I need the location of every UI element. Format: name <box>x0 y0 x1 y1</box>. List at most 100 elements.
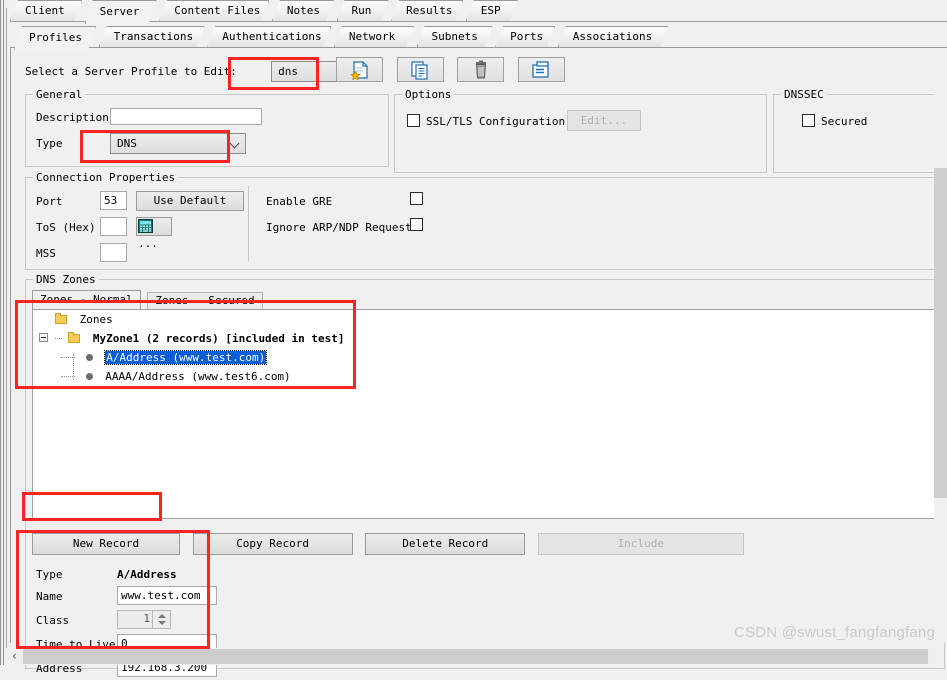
tos-label: ToS (Hex) <box>36 221 96 234</box>
calculator-icon <box>138 219 153 233</box>
record-bullet-icon <box>85 354 93 361</box>
profiles-panel: Select a Server Profile to Edit: dns Gen… <box>10 48 945 677</box>
tab-associations[interactable]: Associations <box>558 26 668 47</box>
application-window: Client Server Content Files Notes Run Re… <box>0 0 947 677</box>
tab-run[interactable]: Run <box>337 0 389 21</box>
new-profile-icon <box>349 60 368 80</box>
zone-tab-normal-label: Zones - Normal <box>40 293 133 306</box>
tab-client[interactable]: Client <box>10 0 82 21</box>
zone-tab-secured[interactable]: Zones - Secured <box>147 292 263 309</box>
trash-icon <box>475 60 486 78</box>
enable-gre-checkbox[interactable] <box>410 192 423 205</box>
horizontal-scrollbar[interactable]: ‹ <box>6 648 934 665</box>
record-button-bar: New Record Copy Record Delete Record Inc… <box>32 533 744 555</box>
primary-tab-rule <box>10 21 947 22</box>
copy-profile-icon <box>411 60 428 80</box>
ssl-tls-checkbox[interactable] <box>407 114 420 127</box>
use-default-button[interactable]: Use Default <box>136 191 244 211</box>
tree-root-label: Zones <box>79 313 113 326</box>
ignore-arp-checkbox[interactable] <box>410 218 423 231</box>
watermark: CSDN @swust_fangfangfang <box>734 624 935 641</box>
tree-row-record[interactable]: A/Address (www.test.com) <box>33 347 939 366</box>
tab-profiles[interactable]: Profiles <box>14 26 96 50</box>
general-group: General Description Type DNS <box>25 88 389 167</box>
port-input[interactable] <box>100 191 127 210</box>
chevron-down-icon <box>231 140 240 146</box>
description-input[interactable] <box>110 108 262 125</box>
dnssec-group: DNSSEC Secured <box>773 88 945 173</box>
tab-associations-label: Associations <box>572 30 653 43</box>
tos-picker-button[interactable]: ... <box>136 217 172 250</box>
tab-results[interactable]: Results <box>391 0 463 21</box>
window-edge-line-1 <box>0 0 1 665</box>
record-class-value: 1 <box>143 612 150 625</box>
connection-properties-title: Connection Properties <box>33 171 179 184</box>
stepper-up-icon[interactable] <box>158 614 166 618</box>
enable-gre-label: Enable GRE <box>266 195 333 208</box>
scroll-left-arrow-icon[interactable]: ‹ <box>6 648 23 665</box>
zone-tab-normal[interactable]: Zones - Normal <box>32 290 141 309</box>
rename-profile-icon <box>532 60 550 78</box>
options-group: Options SSL/TLS Configuration Edit... <box>394 88 767 173</box>
tree-zone-label: MyZone1 (2 records) [included in test] <box>92 332 345 345</box>
new-profile-button[interactable] <box>336 57 383 82</box>
tab-authentications-label: Authentications <box>222 30 322 43</box>
zones-tree[interactable]: Zones MyZone1 (2 records) [included in t… <box>32 309 940 519</box>
mss-input[interactable] <box>100 243 127 262</box>
dnssec-secured-checkbox[interactable] <box>802 114 815 127</box>
tree-row-root[interactable]: Zones <box>33 310 939 328</box>
tos-input[interactable] <box>100 217 127 236</box>
record-class-stepper[interactable]: 1 <box>117 610 171 629</box>
tab-results-label: Results <box>406 4 453 17</box>
record-type-label: Type <box>36 568 63 581</box>
tree-row-record[interactable]: AAAA/Address (www.test6.com) <box>33 366 939 385</box>
tree-row-zone[interactable]: MyZone1 (2 records) [included in test] <box>33 328 939 347</box>
port-label: Port <box>36 195 63 208</box>
record-type-row: Type A/Address <box>32 565 226 586</box>
record-name-row: Name <box>32 586 226 609</box>
stepper-buttons[interactable] <box>152 611 170 628</box>
delete-record-button[interactable]: Delete Record <box>365 533 526 555</box>
dnssec-secured-label: Secured <box>821 115 868 128</box>
expander-collapse-icon[interactable] <box>39 333 48 342</box>
vertical-scrollbar-thumb[interactable] <box>934 168 947 498</box>
mss-label: MSS <box>36 247 56 260</box>
stepper-down-icon[interactable] <box>158 621 166 625</box>
window-edge-line-3 <box>6 8 7 665</box>
record-class-row: Class 1 <box>32 609 226 632</box>
secondary-tab-strip: Profiles Transactions Authentications Ne… <box>14 26 664 48</box>
tab-ports[interactable]: Ports <box>495 26 555 47</box>
vertical-scrollbar[interactable] <box>934 48 947 643</box>
tab-network[interactable]: Network <box>334 26 414 47</box>
tab-server-label: Server <box>99 5 140 18</box>
horizontal-scrollbar-thumb[interactable] <box>23 649 928 664</box>
tab-subnets[interactable]: Subnets <box>417 26 493 47</box>
copy-profile-button[interactable] <box>396 57 444 82</box>
tab-content-files[interactable]: Content Files <box>159 0 269 21</box>
record-name-input[interactable] <box>117 586 217 605</box>
dns-zones-title: DNS Zones <box>33 273 99 286</box>
tab-subnets-label: Subnets <box>431 30 478 43</box>
type-value: DNS <box>117 137 137 150</box>
ssl-edit-button[interactable]: Edit... <box>567 110 641 131</box>
profile-select-value: dns <box>278 65 299 78</box>
tab-esp[interactable]: ESP <box>466 0 518 21</box>
tab-ports-label: Ports <box>510 30 544 43</box>
type-dropdown[interactable]: DNS <box>110 133 246 154</box>
new-record-button[interactable]: New Record <box>32 533 180 555</box>
connection-properties-group: Connection Properties Port Use Default T… <box>25 171 945 270</box>
tab-transactions[interactable]: Transactions <box>99 26 205 47</box>
include-record-button[interactable]: Include <box>537 533 744 555</box>
tree-record-a-label: A/Address (www.test.com) <box>104 350 268 365</box>
tab-notes[interactable]: Notes <box>272 0 334 21</box>
tab-authentications[interactable]: Authentications <box>207 26 331 47</box>
tab-server[interactable]: Server <box>85 0 157 24</box>
rename-profile-button[interactable] <box>517 57 565 82</box>
ssl-tls-label: SSL/TLS Configuration <box>426 115 566 128</box>
delete-profile-button[interactable] <box>457 57 505 82</box>
record-type-value: A/Address <box>117 568 177 581</box>
copy-record-button[interactable]: Copy Record <box>192 533 353 555</box>
tab-run-label: Run <box>351 4 372 17</box>
type-label: Type <box>36 137 63 150</box>
primary-tab-strip: Client Server Content Files Notes Run Re… <box>10 0 514 22</box>
